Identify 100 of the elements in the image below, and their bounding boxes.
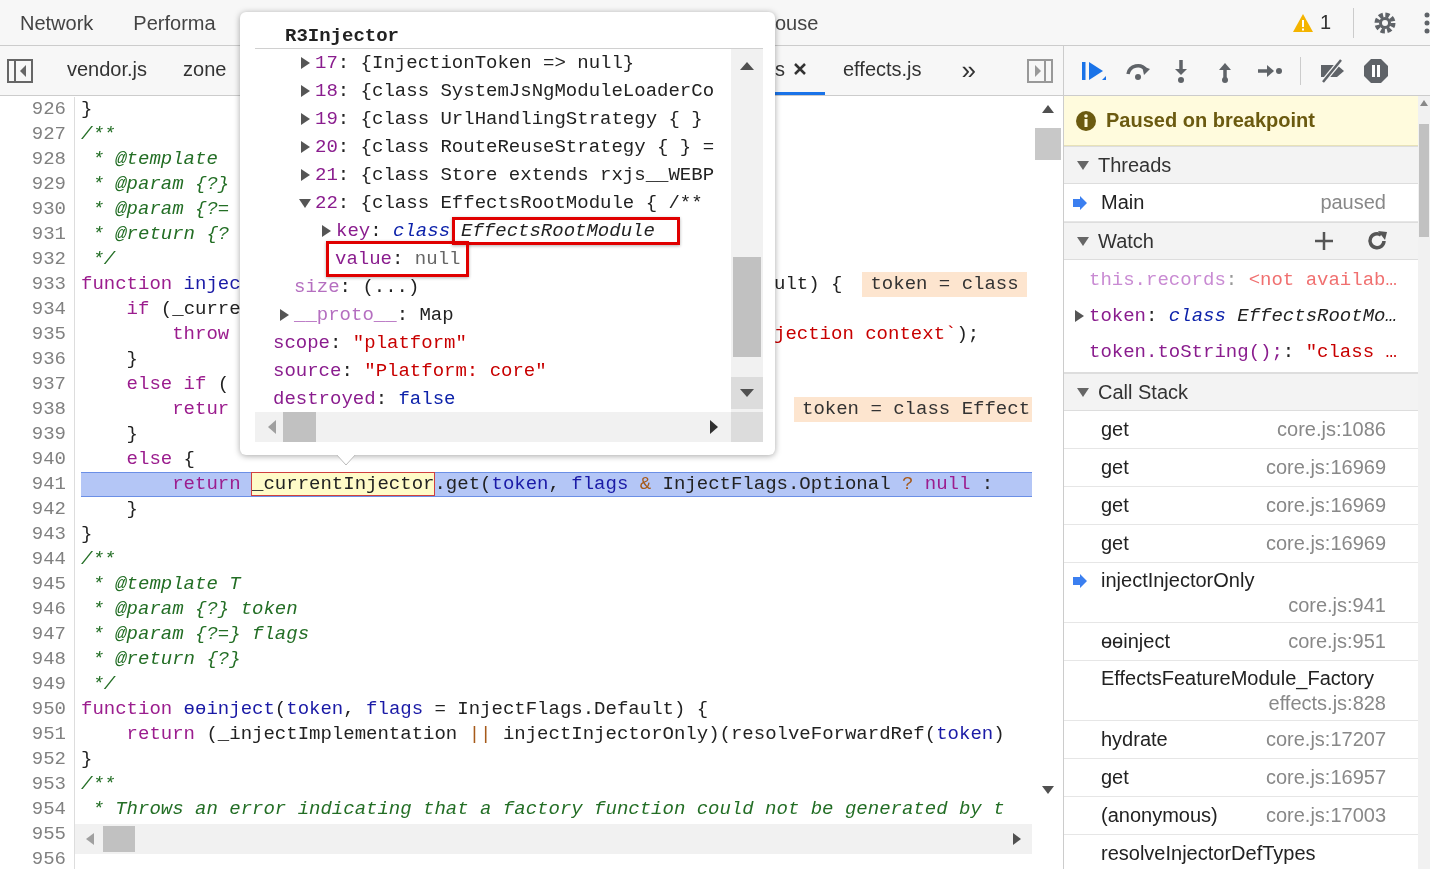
file-tab[interactable]: zone: [165, 46, 227, 95]
expand-triangle-icon[interactable]: [1072, 309, 1084, 323]
watch-expression[interactable]: token: class EffectsRootMo…: [1089, 305, 1397, 327]
line-number: 943: [0, 522, 75, 547]
line-number: 929: [0, 172, 75, 197]
expand-triangle-icon[interactable]: [319, 224, 333, 238]
line-number: 946: [0, 597, 75, 622]
object-property[interactable]: value: null: [326, 241, 470, 277]
close-icon[interactable]: [793, 62, 807, 76]
line-number: 934: [0, 297, 75, 322]
panel-toggle-icon[interactable]: [1027, 58, 1053, 83]
object-property[interactable]: 19: {class UrlHandlingStrategy { }: [315, 106, 703, 132]
collapse-triangle-icon[interactable]: [1076, 385, 1090, 399]
call-frame[interactable]: get core.js:16969: [1064, 487, 1418, 525]
thread-status: paused: [1320, 191, 1386, 214]
warning-count[interactable]: 1: [1319, 11, 1331, 34]
scroll-down-button[interactable]: [731, 377, 763, 409]
scrollbar-thumb[interactable]: [283, 412, 316, 442]
line-number: 932: [0, 247, 75, 272]
expand-triangle-icon[interactable]: [298, 168, 312, 182]
call-frame[interactable]: ɵɵinject core.js:951: [1064, 623, 1418, 661]
source-location[interactable]: core.js:16969: [1265, 456, 1386, 479]
object-property[interactable]: 22: {class EffectsRootModule { /**: [315, 190, 703, 216]
source-location[interactable]: core.js:1086: [1277, 418, 1386, 441]
file-tab[interactable]: vendor.js: [49, 46, 166, 95]
scroll-down-icon[interactable]: [1041, 785, 1055, 795]
status-message: Paused on breakpoint: [1106, 109, 1315, 132]
object-property[interactable]: destroyed: false: [273, 386, 456, 412]
call-frame[interactable]: get core.js:16957: [1064, 759, 1418, 797]
pause-icon[interactable]: [1363, 57, 1389, 84]
object-property[interactable]: scope: "platform": [273, 330, 467, 356]
scroll-down-icon[interactable]: [739, 388, 755, 398]
section-header[interactable]: Call Stack: [1064, 373, 1418, 411]
file-tab[interactable]: effects.js: [825, 46, 940, 95]
scrollbar-thumb[interactable]: [103, 826, 135, 852]
more-tabs-button[interactable]: »: [961, 55, 977, 86]
expand-triangle-icon[interactable]: [298, 112, 312, 126]
panel-tab[interactable]: Performa: [113, 0, 216, 45]
line-number: 945: [0, 572, 75, 597]
scrollbar-thumb[interactable]: [1035, 128, 1061, 160]
code-line: */: [91, 247, 116, 272]
scroll-up-icon[interactable]: [739, 61, 755, 71]
object-property[interactable]: __proto__: Map: [294, 302, 454, 328]
object-property[interactable]: source: "Platform: core": [273, 358, 547, 384]
line-number: 937: [0, 372, 75, 397]
code-line: }: [81, 747, 93, 772]
line-number: 936: [0, 347, 75, 372]
scroll-right-icon[interactable]: [1012, 832, 1022, 846]
add-icon[interactable]: [1314, 231, 1334, 251]
scrollbar-thumb[interactable]: [1419, 124, 1429, 237]
code-line: retur: [171, 397, 230, 422]
source-location[interactable]: core.js:16957: [1265, 766, 1386, 789]
scroll-right-icon[interactable]: [709, 419, 719, 435]
collapse-triangle-icon[interactable]: [1076, 158, 1090, 172]
source-location[interactable]: core.js:17003: [1265, 804, 1386, 827]
expand-triangle-icon[interactable]: [298, 140, 312, 154]
expand-triangle-icon[interactable]: [298, 56, 312, 70]
object-property[interactable]: 17: {InjectionToken => null}: [315, 50, 635, 76]
call-frame[interactable]: (anonymous) core.js:17003: [1064, 797, 1418, 835]
source-location[interactable]: core.js:16969: [1265, 494, 1386, 517]
code-line: jection context`);: [774, 322, 980, 347]
watch-expression[interactable]: token.toString();: "class …: [1089, 341, 1397, 363]
popover-title: R3Injector: [285, 25, 400, 47]
call-frame[interactable]: hydrate core.js:17207: [1064, 721, 1418, 759]
scrollbar-thumb[interactable]: [733, 257, 761, 357]
function-name: (anonymous): [1101, 804, 1218, 827]
object-property[interactable]: 18: {class SystemJsNgModuleLoaderCo: [315, 78, 715, 104]
source-location[interactable]: core.js:17207: [1265, 728, 1386, 751]
source-location[interactable]: effects.js:828: [1072, 690, 1386, 716]
expand-triangle-icon[interactable]: [298, 84, 312, 98]
source-location[interactable]: core.js:951: [1288, 630, 1386, 653]
deactivate-breakpoints-icon[interactable]: [1319, 57, 1345, 84]
line-number: 928: [0, 147, 75, 172]
panel-tab[interactable]: ouse: [775, 0, 839, 45]
line-number: 952: [0, 747, 75, 772]
more-menu-icon[interactable]: [1424, 10, 1430, 35]
object-property[interactable]: 21: {class Store extends rxjs__WEBP: [315, 162, 715, 188]
function-name: hydrate: [1101, 728, 1168, 751]
call-frame[interactable]: get core.js:16969: [1064, 449, 1418, 487]
horizontal-scrollbar[interactable]: [75, 824, 1032, 854]
panel-tab[interactable]: Network: [0, 0, 114, 45]
code-line: * @return {?: [91, 222, 230, 247]
refresh-icon[interactable]: [1366, 230, 1388, 252]
expand-triangle-icon[interactable]: [277, 308, 291, 322]
section-header[interactable]: Watch: [1064, 222, 1418, 260]
collapse-triangle-icon[interactable]: [1076, 234, 1090, 248]
code-line: * @param {?=: [91, 197, 230, 222]
section-header[interactable]: Threads: [1064, 146, 1418, 184]
collapse-triangle-icon[interactable]: [298, 196, 312, 210]
call-frame[interactable]: get core.js:1086: [1064, 411, 1418, 449]
sidebar-toggle-icon[interactable]: [7, 58, 33, 83]
object-property[interactable]: size: (...): [294, 274, 420, 300]
line-number: 939: [0, 422, 75, 447]
call-frame[interactable]: get core.js:16969: [1064, 525, 1418, 563]
object-property[interactable]: 20: {class RouteReuseStrategy { } =: [315, 134, 715, 160]
source-location[interactable]: core.js:941: [1072, 592, 1386, 618]
line-number: 931: [0, 222, 75, 247]
source-location[interactable]: core.js:16969: [1265, 532, 1386, 555]
scroll-up-icon[interactable]: [1041, 104, 1055, 114]
inline-value: token = class: [862, 272, 1027, 297]
